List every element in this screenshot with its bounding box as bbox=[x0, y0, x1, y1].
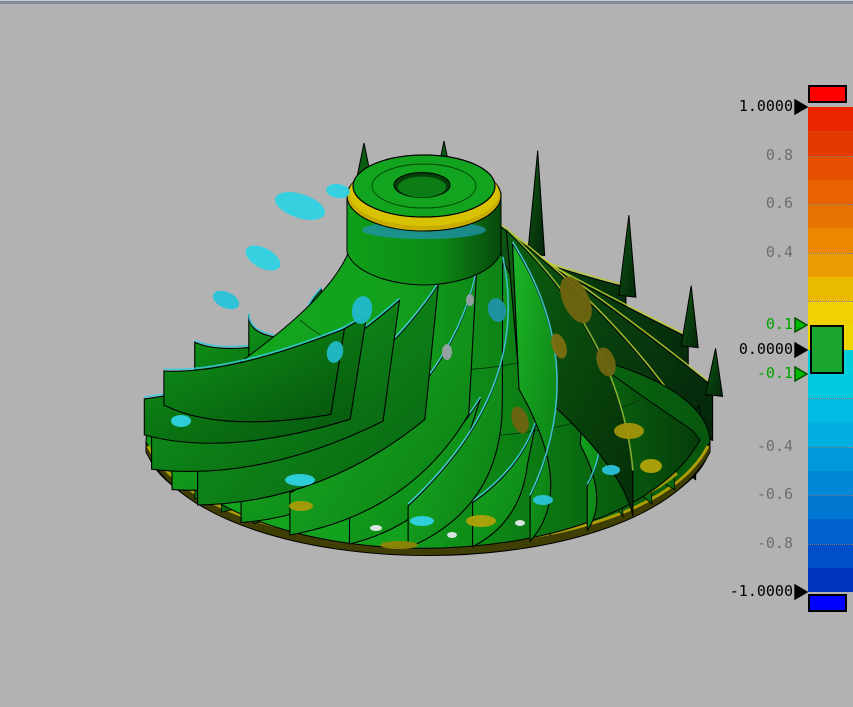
scale-band bbox=[808, 447, 853, 471]
scale-dotted-line bbox=[808, 544, 853, 545]
scale-dotted-line bbox=[808, 495, 853, 496]
scale-dotted-line bbox=[808, 204, 853, 205]
deviation-patch bbox=[242, 240, 285, 275]
scale-tick-label: -0.1 bbox=[757, 365, 793, 381]
color-scale: 1.0000 0.8 0.6 0.4 0.1 0.0000 -0.1 -0.4 -0.6 -0.8… bbox=[740, 0, 853, 707]
scale-tick-label: 0.6 bbox=[766, 195, 793, 211]
scale-tick-label: 1.0000 bbox=[739, 98, 793, 114]
deviation-patch bbox=[370, 525, 382, 531]
scale-band bbox=[808, 204, 853, 228]
scale-tolerance-marker[interactable] bbox=[794, 366, 808, 382]
blade-tip-spike bbox=[619, 215, 636, 297]
deviation-patch bbox=[447, 532, 457, 538]
blade-tip-spike bbox=[681, 286, 698, 348]
scale-dotted-line bbox=[808, 301, 853, 302]
marker-triangle bbox=[795, 343, 807, 357]
impeller-model bbox=[144, 141, 722, 556]
scale-band bbox=[808, 422, 853, 446]
deviation-patch bbox=[640, 459, 662, 473]
scale-band bbox=[808, 277, 853, 301]
scale-band bbox=[808, 131, 853, 155]
scale-band bbox=[808, 156, 853, 180]
scale-out-of-range-low bbox=[808, 594, 847, 612]
scale-dotted-line bbox=[808, 253, 853, 254]
scale-tick-label: -0.8 bbox=[757, 535, 793, 551]
scale-tick-label: 0.4 bbox=[766, 244, 793, 260]
scale-tick-label: 0.1 bbox=[766, 316, 793, 332]
deviation-patch bbox=[466, 294, 474, 306]
marker-triangle bbox=[795, 318, 807, 332]
deviation-patch bbox=[602, 465, 620, 475]
scale-band bbox=[808, 107, 853, 131]
scale-dotted-line bbox=[808, 447, 853, 448]
deviation-patch bbox=[442, 344, 452, 360]
scale-tolerance-marker[interactable] bbox=[794, 317, 808, 333]
scale-band bbox=[808, 544, 853, 568]
marker-triangle bbox=[795, 100, 807, 114]
blade-tip-spike bbox=[706, 348, 723, 396]
marker-triangle bbox=[795, 585, 807, 599]
scale-band bbox=[808, 180, 853, 204]
deviation-patch bbox=[285, 474, 315, 486]
impeller-hub bbox=[347, 141, 501, 285]
scale-tick-label: 0.8 bbox=[766, 147, 793, 163]
scale-band bbox=[808, 568, 853, 592]
hub-bore bbox=[398, 177, 446, 198]
model-viewport[interactable] bbox=[0, 4, 853, 707]
deviation-patch bbox=[515, 520, 525, 526]
scale-dotted-line bbox=[808, 156, 853, 157]
deviation-patch bbox=[466, 515, 496, 527]
scale-band bbox=[808, 253, 853, 277]
deviation-patch bbox=[614, 423, 644, 439]
scale-tick-label: -1.0000 bbox=[730, 583, 793, 599]
scale-band bbox=[808, 398, 853, 422]
deviation-patch bbox=[533, 495, 553, 505]
deviation-patch bbox=[410, 516, 434, 526]
deviation-patch bbox=[171, 415, 191, 427]
scale-band bbox=[808, 471, 853, 495]
application-window: 1.0000 0.8 0.6 0.4 0.1 0.0000 -0.1 -0.4 -0.6 -0.8… bbox=[0, 0, 853, 707]
scale-limit-marker[interactable] bbox=[794, 342, 808, 358]
scale-tolerance-box bbox=[810, 325, 844, 374]
scale-dotted-line bbox=[808, 398, 853, 399]
deviation-patch bbox=[210, 287, 242, 313]
scale-out-of-range-high bbox=[808, 85, 847, 103]
scale-limit-marker[interactable] bbox=[794, 584, 808, 600]
scale-band bbox=[808, 374, 853, 398]
scale-tick-label: -0.6 bbox=[757, 486, 793, 502]
scale-tick-label: -0.4 bbox=[757, 438, 793, 454]
scale-band bbox=[808, 519, 853, 543]
scale-band bbox=[808, 301, 853, 325]
scale-band bbox=[808, 495, 853, 519]
scale-tick-label: 0.0000 bbox=[739, 341, 793, 357]
deviation-patch bbox=[272, 187, 329, 226]
blade-tip-spike bbox=[528, 151, 545, 256]
scale-band bbox=[808, 228, 853, 252]
scale-limit-marker[interactable] bbox=[794, 99, 808, 115]
marker-triangle bbox=[795, 367, 807, 381]
deviation-patch bbox=[289, 501, 313, 511]
deviation-patch bbox=[380, 541, 418, 549]
